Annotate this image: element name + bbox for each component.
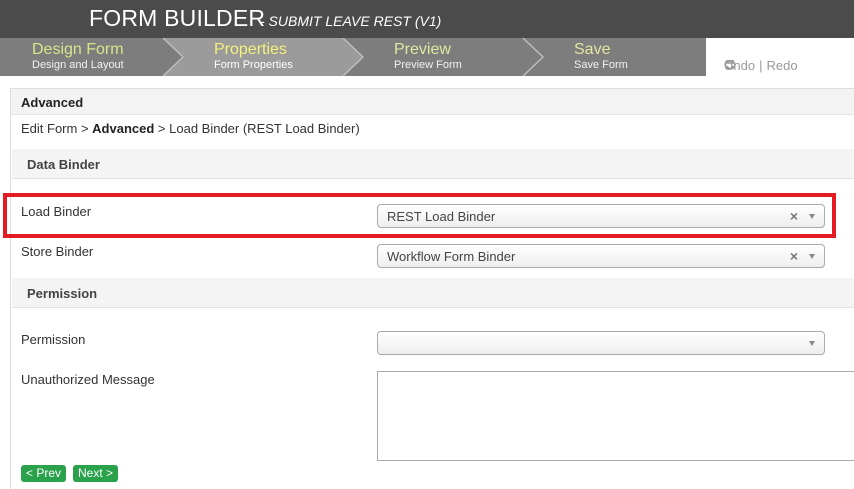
breadcrumb-tail: > Load Binder (REST Load Binder) xyxy=(154,121,360,136)
section-data-binder-title: Data Binder xyxy=(27,157,100,172)
panel-header: Advanced xyxy=(11,89,854,115)
app-header: FORM BUILDER - SUBMIT LEAVE REST (V1) xyxy=(0,0,854,38)
step-properties[interactable]: Properties Form Properties xyxy=(214,41,293,71)
breadcrumb-current: Advanced xyxy=(92,121,155,136)
step-properties-title: Properties xyxy=(214,41,287,58)
prev-button[interactable]: < Prev xyxy=(21,465,67,482)
step-design-form-title: Design Form xyxy=(32,41,124,58)
step-preview[interactable]: Preview Preview Form xyxy=(394,41,462,71)
store-binder-clear-icon[interactable]: × xyxy=(790,248,798,264)
step-save-subtitle: Save Form xyxy=(574,59,628,71)
permission-dropdown-arrow-icon[interactable] xyxy=(809,341,815,346)
undo-redo-bar: Undo | Redo xyxy=(724,58,798,73)
redo-button[interactable]: Redo xyxy=(724,58,798,73)
app-title: FORM BUILDER xyxy=(89,5,266,31)
redo-label: Redo xyxy=(766,58,798,73)
step-design-form-subtitle: Design and Layout xyxy=(32,59,124,71)
step-preview-title: Preview xyxy=(394,41,451,58)
store-binder-label: Store Binder xyxy=(21,244,94,259)
wizard-steps: Design Form Design and Layout Properties… xyxy=(0,38,854,76)
unauthorized-message-textarea[interactable] xyxy=(377,371,854,461)
form-builder-app: FORM BUILDER - SUBMIT LEAVE REST (V1) De… xyxy=(0,0,854,489)
permission-select[interactable] xyxy=(377,331,825,355)
panel-title: Advanced xyxy=(21,95,84,110)
unauthorized-message-label: Unauthorized Message xyxy=(21,372,155,387)
breadcrumb: Edit Form > Advanced > Load Binder (REST… xyxy=(21,121,360,136)
step-save[interactable]: Save Save Form xyxy=(574,41,628,71)
section-permission: Permission xyxy=(12,278,854,308)
breadcrumb-edit-form[interactable]: Edit Form > xyxy=(21,121,92,136)
section-data-binder: Data Binder xyxy=(12,149,854,179)
step-preview-subtitle: Preview Form xyxy=(394,59,462,71)
section-permission-title: Permission xyxy=(27,286,98,301)
permission-label: Permission xyxy=(21,332,86,347)
store-binder-dropdown-arrow-icon[interactable] xyxy=(809,254,815,259)
step-save-title: Save xyxy=(574,41,611,58)
highlight-box xyxy=(3,193,836,238)
next-button[interactable]: Next > xyxy=(73,465,119,482)
redo-icon xyxy=(724,59,734,70)
form-subtitle: - SUBMIT LEAVE REST (V1) xyxy=(260,13,442,29)
step-design-form[interactable]: Design Form Design and Layout xyxy=(32,41,124,71)
step-properties-subtitle: Form Properties xyxy=(214,59,293,71)
properties-panel: Advanced Edit Form > Advanced > Load Bin… xyxy=(10,88,854,489)
toolbar-separator: | xyxy=(759,58,763,73)
store-binder-select[interactable]: Workflow Form Binder × xyxy=(377,244,825,268)
store-binder-value: Workflow Form Binder xyxy=(387,249,516,264)
